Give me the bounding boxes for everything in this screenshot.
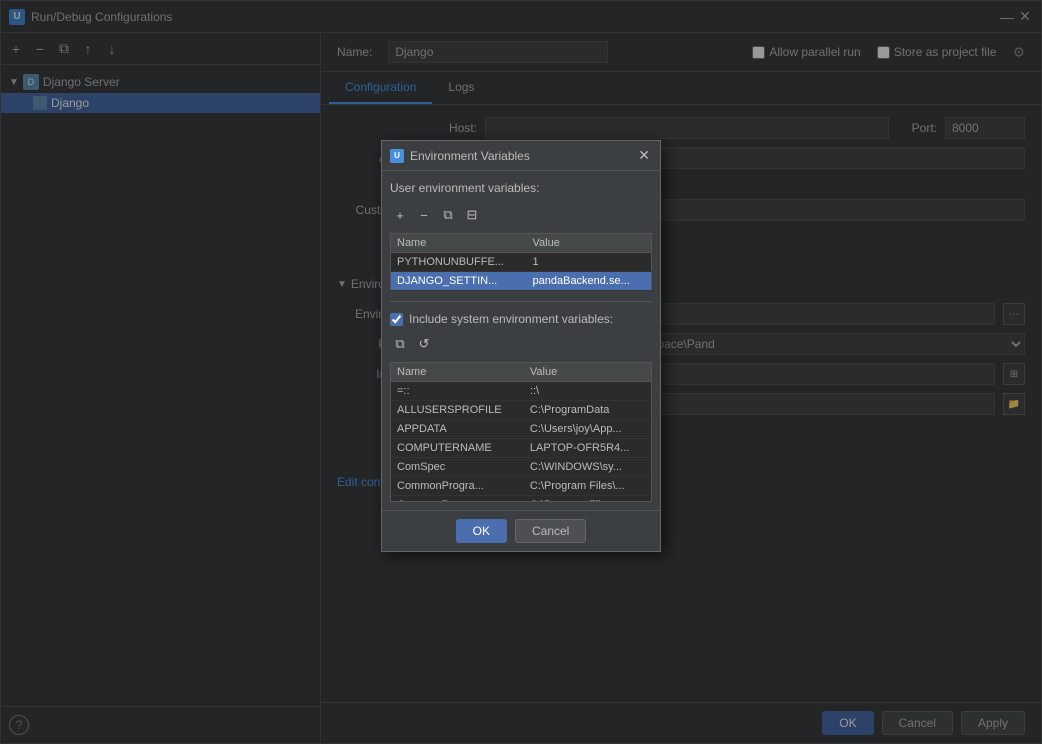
table-row[interactable]: PYTHONUNBUFFE... 1 (391, 253, 652, 272)
table-row[interactable]: ALLUSERSPROFILE C:\ProgramData (391, 401, 651, 420)
sys-env-value-cell: C:\Users\joy\App... (524, 420, 651, 439)
modal-body: User environment variables: + − ⧉ ⊟ Name… (382, 171, 660, 510)
sys-env-name-cell: CommonProgra... (391, 477, 524, 496)
sys-env-value-cell: C:\Program Files\... (524, 477, 651, 496)
sys-env-name-col: Name (391, 363, 524, 382)
user-env-value-col: Value (527, 234, 652, 253)
env-name-cell: DJANGO_SETTIN... (391, 272, 527, 291)
modal-overlay: U Environment Variables ✕ User environme… (0, 0, 1042, 744)
table-row[interactable]: CommonProgra... C:\Program Files ... (391, 496, 651, 503)
modal-footer: OK Cancel (382, 510, 660, 551)
sys-env-value-cell: C:\ProgramData (524, 401, 651, 420)
sys-env-value-cell: C:\WINDOWS\sy... (524, 458, 651, 477)
user-env-table: Name Value PYTHONUNBUFFE... 1 DJANGO_SET… (390, 233, 652, 291)
modal-icon: U (390, 149, 404, 163)
env-name-cell: PYTHONUNBUFFE... (391, 253, 527, 272)
sys-env-value-cell: ::\ (524, 382, 651, 401)
sys-env-name-cell: =:: (391, 382, 524, 401)
sys-env-refresh-button[interactable]: ↺ (414, 334, 434, 354)
user-env-name-col: Name (391, 234, 527, 253)
user-env-add-button[interactable]: + (390, 205, 410, 225)
user-env-remove-button[interactable]: − (414, 205, 434, 225)
modal-title-bar: U Environment Variables ✕ (382, 141, 660, 171)
modal-divider (390, 301, 652, 302)
include-sys-env-row: Include system environment variables: (390, 312, 652, 326)
modal-ok-button[interactable]: OK (456, 519, 507, 543)
table-row[interactable]: CommonProgra... C:\Program Files\... (391, 477, 651, 496)
sys-env-value-cell: LAPTOP-OFR5R4... (524, 439, 651, 458)
table-row[interactable]: APPDATA C:\Users\joy\App... (391, 420, 651, 439)
sys-env-value-cell: C:\Program Files ... (524, 496, 651, 503)
sys-env-name-cell: APPDATA (391, 420, 524, 439)
sys-env-action-row: ⧉ ↺ (390, 332, 652, 356)
sys-env-table-container: Name Value =:: ::\ ALLUSERSPROFILE C:\Pr… (390, 362, 652, 502)
env-value-cell: 1 (527, 253, 652, 272)
modal-close-button[interactable]: ✕ (636, 147, 652, 164)
include-sys-env-label: Include system environment variables: (409, 312, 613, 326)
env-value-cell: pandaBackend.se... (527, 272, 652, 291)
sys-env-name-cell: ALLUSERSPROFILE (391, 401, 524, 420)
modal-cancel-button[interactable]: Cancel (515, 519, 586, 543)
include-sys-env-checkbox[interactable] (390, 313, 403, 326)
env-variables-modal: U Environment Variables ✕ User environme… (381, 140, 661, 552)
sys-env-name-cell: ComSpec (391, 458, 524, 477)
table-row[interactable]: =:: ::\ (391, 382, 651, 401)
table-row[interactable]: COMPUTERNAME LAPTOP-OFR5R4... (391, 439, 651, 458)
modal-title: Environment Variables (410, 149, 630, 163)
table-row[interactable]: ComSpec C:\WINDOWS\sy... (391, 458, 651, 477)
sys-env-name-cell: COMPUTERNAME (391, 439, 524, 458)
user-env-toolbar: + − ⧉ ⊟ (390, 203, 652, 227)
sys-env-value-col: Value (524, 363, 651, 382)
user-env-section-label: User environment variables: (390, 179, 652, 197)
user-env-copy-button[interactable]: ⧉ (438, 205, 458, 225)
user-env-paste-button[interactable]: ⊟ (462, 205, 482, 225)
sys-env-copy-button[interactable]: ⧉ (390, 334, 410, 354)
sys-env-table: Name Value =:: ::\ ALLUSERSPROFILE C:\Pr… (391, 363, 651, 502)
table-row[interactable]: DJANGO_SETTIN... pandaBackend.se... (391, 272, 652, 291)
sys-env-name-cell: CommonProgra... (391, 496, 524, 503)
